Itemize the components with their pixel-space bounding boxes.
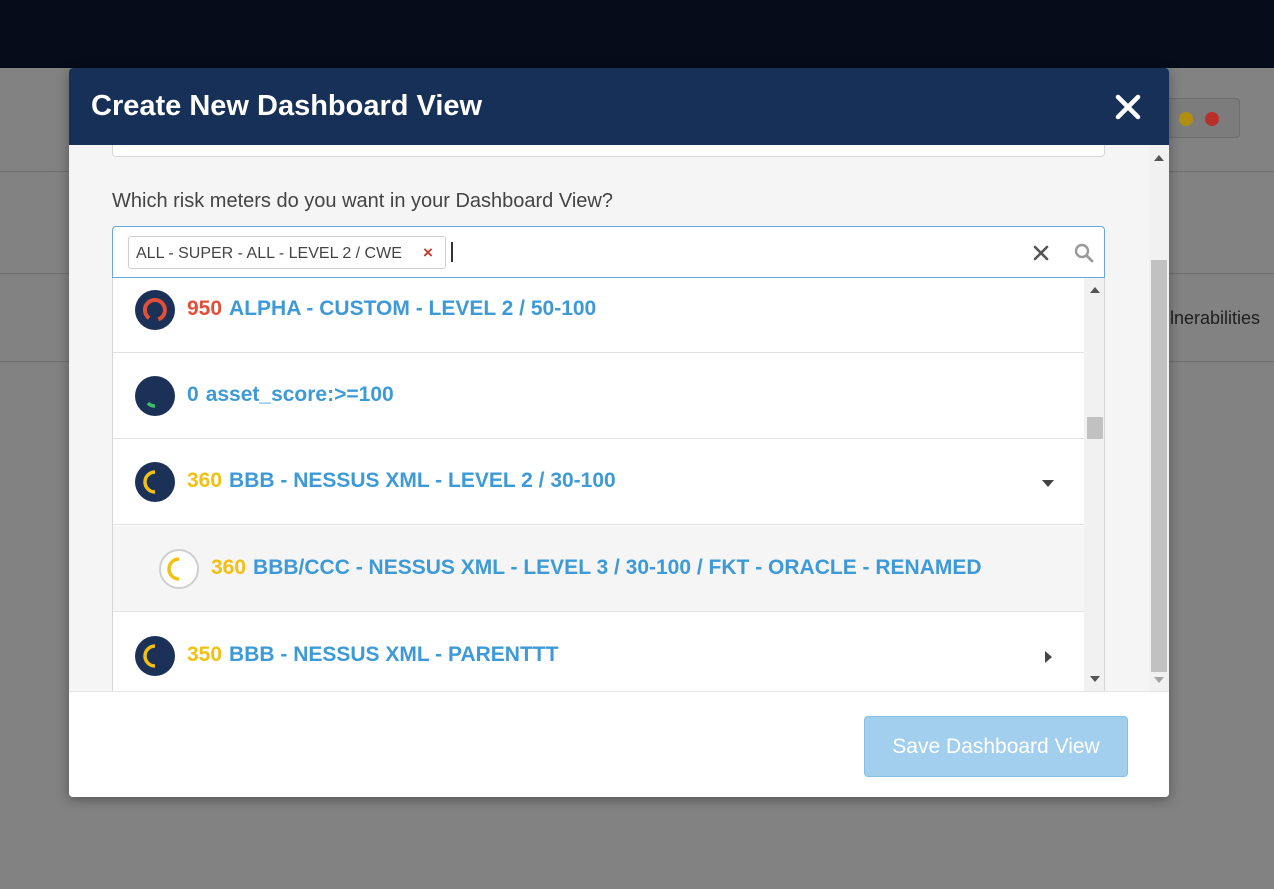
create-dashboard-view-modal: Create New Dashboard View Which risk met… [69, 68, 1169, 797]
option-name: asset_score:>=100 [205, 383, 394, 406]
option-score: 950 [187, 297, 223, 320]
app-top-bar [0, 0, 1274, 68]
option-name: BBB - NESSUS XML - PARENTTT [229, 643, 559, 666]
selected-tag-label: ALL - SUPER - ALL - LEVEL 2 / CWE [136, 245, 402, 262]
dashboard-name-input[interactable] [112, 145, 1105, 157]
save-dashboard-view-button[interactable]: Save Dashboard View [864, 716, 1128, 777]
option-name: BBB - NESSUS XML - LEVEL 2 / 30-100 [229, 469, 616, 492]
status-dot-yellow [1179, 112, 1193, 126]
tag-remove-icon[interactable]: × [423, 243, 433, 263]
risk-meter-gauge-icon [135, 636, 175, 676]
risk-meter-dropdown: 950 ALPHA - CUSTOM - LEVEL 2 / 50-100 0 as… [112, 278, 1105, 691]
risk-meter-option[interactable]: 350 BBB - NESSUS XML - PARENTTT [113, 613, 1084, 691]
expand-caret-icon[interactable] [1045, 651, 1052, 663]
clear-selection-icon[interactable] [1032, 244, 1050, 262]
selected-tag: ALL - SUPER - ALL - LEVEL 2 / CWE × [128, 236, 446, 269]
background-vulnerabilities-label: ulnerabilities [1160, 308, 1261, 328]
collapse-caret-icon[interactable] [1042, 480, 1054, 487]
risk-meter-option[interactable]: 360 BBB - NESSUS XML - LEVEL 2 / 30-100 [113, 439, 1084, 525]
option-score: 0 [187, 383, 199, 406]
modal-title: Create New Dashboard View [91, 90, 483, 122]
risk-meter-gauge-icon [135, 462, 175, 502]
background-status-widget [1160, 98, 1240, 138]
risk-meter-question: Which risk meters do you want in your Da… [112, 190, 613, 212]
scroll-down-arrow-icon[interactable] [1090, 676, 1100, 682]
scroll-down-arrow-icon[interactable] [1154, 677, 1164, 683]
risk-meter-gauge-icon [159, 549, 199, 589]
risk-meter-option[interactable]: 0 asset_score:>=100 [113, 353, 1084, 439]
scroll-up-arrow-icon[interactable] [1154, 155, 1164, 161]
modal-scrollbar[interactable] [1149, 145, 1169, 691]
modal-body: Which risk meters do you want in your Da… [69, 145, 1169, 691]
text-cursor [451, 242, 453, 262]
modal-header: Create New Dashboard View [69, 68, 1169, 145]
risk-meter-child-option[interactable]: 360 BBB/CCC - NESSUS XML - LEVEL 3 / 30-1… [113, 526, 1084, 612]
risk-meter-gauge-icon [135, 290, 175, 330]
scrollbar-thumb[interactable] [1087, 417, 1103, 439]
option-score: 350 [187, 643, 223, 666]
dropdown-scrollbar[interactable] [1084, 278, 1104, 691]
option-name: BBB/CCC - NESSUS XML - LEVEL 3 / 30-100 … [253, 556, 982, 579]
modal-footer: Save Dashboard View [69, 691, 1169, 797]
risk-meter-option[interactable]: 950 ALPHA - CUSTOM - LEVEL 2 / 50-100 [113, 278, 1084, 353]
search-icon [1074, 243, 1094, 263]
option-score: 360 [211, 556, 247, 579]
option-score: 360 [187, 469, 223, 492]
scroll-up-arrow-icon[interactable] [1090, 287, 1100, 293]
close-icon[interactable] [1115, 94, 1141, 120]
status-dot-red [1205, 112, 1219, 126]
scrollbar-thumb[interactable] [1151, 260, 1167, 672]
option-name: ALPHA - CUSTOM - LEVEL 2 / 50-100 [229, 297, 597, 320]
risk-meter-select[interactable]: ALL - SUPER - ALL - LEVEL 2 / CWE × [112, 226, 1105, 278]
risk-meter-gauge-icon [135, 376, 175, 416]
